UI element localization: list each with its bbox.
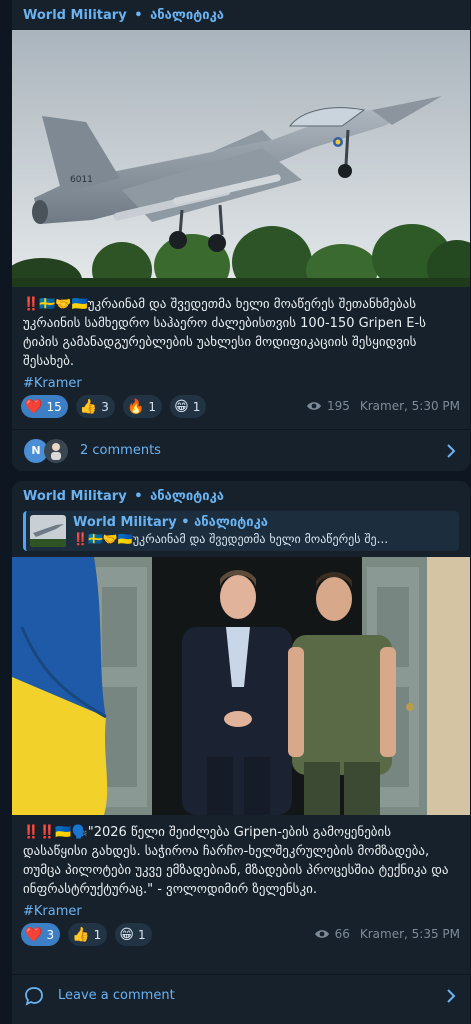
post-author-time: Kramer, 5:30 PM	[359, 399, 460, 413]
reaction-count: 3	[46, 927, 55, 942]
post-text: ‼️🇸🇪🤝🇺🇦უკრაინამ და შვედეთმა ხელი მოაწერე…	[23, 297, 426, 369]
thumbs-up-emoji: 👍	[72, 926, 90, 943]
comments-label: Leave a comment	[58, 988, 175, 1003]
header-separator: •	[134, 8, 143, 23]
grin-emoji: 😁	[119, 926, 134, 943]
reaction-heart[interactable]: ❤️ 15	[21, 395, 68, 418]
chevron-right-icon	[447, 444, 456, 458]
reaction-thumbs-up[interactable]: 👍 3	[75, 395, 115, 418]
eye-icon	[314, 930, 329, 938]
reaction-count: 1	[148, 399, 157, 414]
forwarded-reply-preview[interactable]: World Military • ანალიტიკა ‼️🇸🇪🤝🇺🇦უკრაინ…	[23, 511, 459, 551]
reaction-count: 15	[46, 399, 62, 414]
reaction-heart[interactable]: ❤️ 3	[21, 923, 61, 946]
channel-post: World Military • ანალიტიკა 6011 ‼️🇸🇪🤝🇺🇦უ…	[12, 0, 470, 471]
reaction-count: 1	[93, 927, 102, 942]
view-count: 195	[326, 399, 350, 413]
thumbs-up-emoji: 👍	[79, 398, 98, 415]
channel-name[interactable]: World Military	[23, 489, 127, 504]
reaction-grin[interactable]: 😁 1	[115, 923, 152, 946]
fire-emoji: 🔥	[126, 398, 145, 415]
post-meta: 195 Kramer, 5:30 PM	[306, 399, 460, 413]
channel-subtitle: ანალიტიკა	[150, 8, 224, 23]
reaction-count: 3	[101, 399, 109, 414]
post-photo-jet[interactable]: 6011	[12, 30, 470, 287]
svg-text:6011: 6011	[70, 175, 93, 185]
channel-post: World Military • ანალიტიკა World Militar…	[12, 481, 470, 1024]
hashtag-link[interactable]: #Kramer	[12, 899, 470, 923]
reaction-grin[interactable]: 😁 1	[170, 395, 207, 418]
post-meta: 66 Kramer, 5:35 PM	[314, 927, 460, 941]
heart-emoji: ❤️	[25, 398, 43, 415]
hashtag-link[interactable]: #Kramer	[12, 371, 470, 395]
gripen-jet-image: 6011	[12, 30, 470, 287]
reaction-count: 1	[192, 399, 201, 414]
comment-bubble-icon	[25, 986, 43, 1006]
chevron-right-icon	[447, 989, 456, 1003]
post-header[interactable]: World Military • ანალიტიკა	[12, 0, 470, 30]
comments-button[interactable]: N 2 comments	[12, 429, 470, 471]
reply-text: ‼️🇸🇪🤝🇺🇦უკრაინამ და შვედეთმა ხელი მოაწერე…	[73, 532, 389, 546]
heart-emoji: ❤️	[25, 926, 43, 943]
reaction-thumbs-up[interactable]: 👍 1	[68, 923, 108, 946]
reply-channel: World Military • ანალიტიკა	[73, 515, 268, 530]
post-photo-leaders[interactable]	[12, 557, 470, 815]
view-count: 66	[334, 927, 350, 941]
reaction-fire[interactable]: 🔥 1	[122, 395, 163, 418]
post-text: ‼️‼️🇺🇦🗣️"2026 წელი შეიძლება Gripen-ების …	[23, 825, 449, 897]
commenter-avatar-photo	[44, 438, 68, 463]
leave-comment-button[interactable]: Leave a comment	[12, 974, 470, 1016]
channel-name[interactable]: World Military	[23, 8, 127, 23]
reactions-row: ❤️ 15 👍 3 🔥 1 😁 1 195 Kramer, 5:30 PM	[12, 395, 470, 427]
header-separator: •	[134, 489, 143, 504]
comments-label: 2 comments	[80, 443, 161, 458]
post-header[interactable]: World Military • ანალიტიკა	[12, 481, 470, 511]
eye-icon	[306, 402, 321, 410]
reactions-row: ❤️ 3 👍 1 😁 1 66 Kramer, 5:35 PM	[12, 923, 470, 955]
reaction-count: 1	[137, 927, 146, 942]
post-author-time: Kramer, 5:35 PM	[359, 927, 460, 941]
grin-emoji: 😁	[174, 398, 189, 415]
leaders-photo-image	[12, 557, 470, 815]
channel-subtitle: ანალიტიკა	[150, 489, 224, 504]
reply-thumbnail	[30, 515, 66, 547]
